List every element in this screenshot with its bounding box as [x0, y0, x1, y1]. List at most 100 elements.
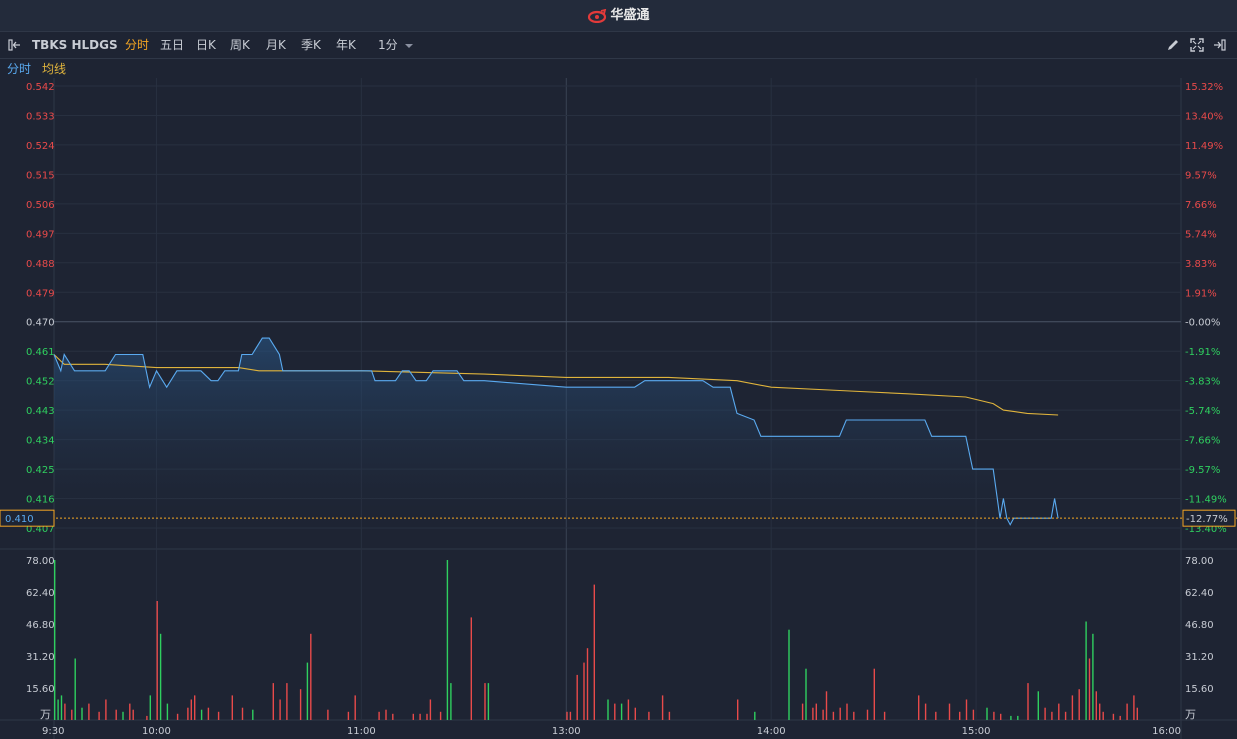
percent-tick-label: 13.40%: [1185, 111, 1223, 122]
volume-bar: [737, 699, 739, 720]
price-tick-label: 0.425: [26, 465, 55, 476]
volume-bar: [959, 711, 961, 720]
volume-bar: [71, 709, 73, 720]
tab-period-monthly[interactable]: 月K: [266, 32, 286, 58]
price-tick-label: 0.443: [26, 406, 55, 417]
volume-bar: [299, 689, 302, 720]
expand-panel-icon[interactable]: [1211, 37, 1227, 53]
legend-average-line: 均线: [42, 62, 67, 76]
volume-bar: [1092, 633, 1094, 720]
volume-unit-label-right: 万: [1185, 708, 1196, 721]
volume-bar: [924, 703, 927, 720]
volume-bar: [569, 711, 572, 720]
volume-bar: [241, 707, 244, 720]
volume-bar: [446, 560, 449, 720]
volume-bar: [200, 709, 203, 720]
tab-period-daily[interactable]: 日K: [196, 32, 216, 58]
price-tick-label: 0.416: [26, 495, 55, 506]
volume-bar: [310, 633, 312, 720]
volume-bar: [1027, 683, 1029, 720]
volume-bar: [347, 711, 350, 720]
tab-period-weekly[interactable]: 周K: [230, 32, 250, 58]
volume-bar: [801, 703, 804, 720]
volume-bar: [1037, 691, 1039, 720]
volume-bar: [306, 662, 309, 720]
volume-bar: [815, 703, 817, 720]
volume-tick-label: 46.80: [26, 620, 55, 631]
volume-bar: [122, 711, 124, 720]
volume-bar: [1119, 715, 1121, 720]
price-tick-label: 0.506: [26, 200, 55, 211]
volume-bar: [327, 709, 329, 720]
volume-bar: [614, 703, 616, 720]
volume-bar: [132, 709, 134, 720]
percent-tick-label: -5.74%: [1185, 406, 1220, 417]
interval-select[interactable]: 1分: [378, 32, 414, 58]
volume-bar: [1112, 713, 1115, 720]
time-tick-label: 10:00: [142, 726, 171, 737]
volume-bar: [948, 703, 951, 720]
volume-bar: [217, 711, 220, 720]
tab-period-5day[interactable]: 五日: [160, 32, 184, 58]
volume-bar: [825, 691, 828, 720]
percent-tick-label: -3.83%: [1185, 377, 1220, 388]
volume-bar: [1078, 689, 1080, 720]
volume-tick-label: 15.60: [26, 684, 55, 695]
fullscreen-icon[interactable]: [1189, 37, 1205, 53]
volume-bar: [839, 707, 841, 720]
series-legend: 分时 均线: [0, 58, 1237, 79]
price-tick-label: 0.470: [26, 318, 55, 329]
volume-bar: [1044, 707, 1046, 720]
volume-bar: [1010, 715, 1012, 720]
volume-bar: [668, 711, 671, 720]
volume-bar: [450, 683, 452, 720]
price-tick-label: 0.488: [26, 259, 55, 270]
percent-tick-label: 1.91%: [1185, 288, 1217, 299]
time-tick-label: 16:00: [1152, 726, 1181, 737]
volume-bar: [419, 713, 421, 720]
volume-bar: [873, 668, 875, 720]
volume-bar: [149, 695, 151, 720]
volume-bar: [64, 703, 66, 720]
volume-bar: [279, 699, 281, 720]
volume-bar: [378, 711, 380, 720]
tab-period-yearly[interactable]: 年K: [336, 32, 356, 58]
brand-logo-icon: [588, 8, 607, 23]
volume-bar: [252, 709, 254, 720]
price-tick-label: 0.515: [26, 170, 55, 181]
percent-tick-label: -9.57%: [1185, 465, 1220, 476]
volume-bar: [187, 707, 189, 720]
volume-bar: [583, 662, 585, 720]
volume-bar: [607, 699, 609, 720]
price-area: [54, 338, 1059, 528]
volume-bar: [1017, 715, 1019, 720]
collapse-sidebar-icon[interactable]: [7, 37, 23, 53]
pencil-icon[interactable]: [1165, 37, 1181, 53]
volume-bar: [822, 709, 824, 720]
percent-tick-label: 11.49%: [1185, 141, 1223, 152]
volume-bar: [986, 707, 988, 720]
volume-bar: [661, 695, 664, 720]
volume-bar: [1136, 707, 1138, 720]
tab-period-intraday[interactable]: 分时: [125, 32, 149, 58]
volume-bar: [159, 633, 162, 720]
volume-bar: [788, 629, 790, 720]
volume-bar: [1133, 695, 1135, 720]
volume-bar: [1095, 691, 1097, 720]
volume-unit-label: 万: [40, 708, 51, 721]
percent-tick-label: 5.74%: [1185, 229, 1217, 240]
volume-bar: [1126, 703, 1128, 720]
intraday-chart: 9:30 10:00 11:00 13:00 14:00 15:00 16:00 0.542 1…: [0, 78, 1237, 739]
percent-tick-label: 3.83%: [1185, 259, 1217, 270]
volume-bar: [593, 584, 595, 720]
brand-name: 华盛通: [610, 8, 650, 23]
volume-bar: [566, 711, 568, 720]
last-price-value: 0.410: [5, 514, 34, 525]
volume-bar: [412, 713, 414, 720]
tab-period-quarterly[interactable]: 季K: [301, 32, 321, 58]
volume-bar: [190, 699, 192, 720]
volume-bar: [487, 683, 490, 720]
volume-bar: [634, 707, 636, 720]
volume-tick-label-right: 15.60: [1185, 684, 1214, 695]
volume-bar: [194, 695, 196, 720]
